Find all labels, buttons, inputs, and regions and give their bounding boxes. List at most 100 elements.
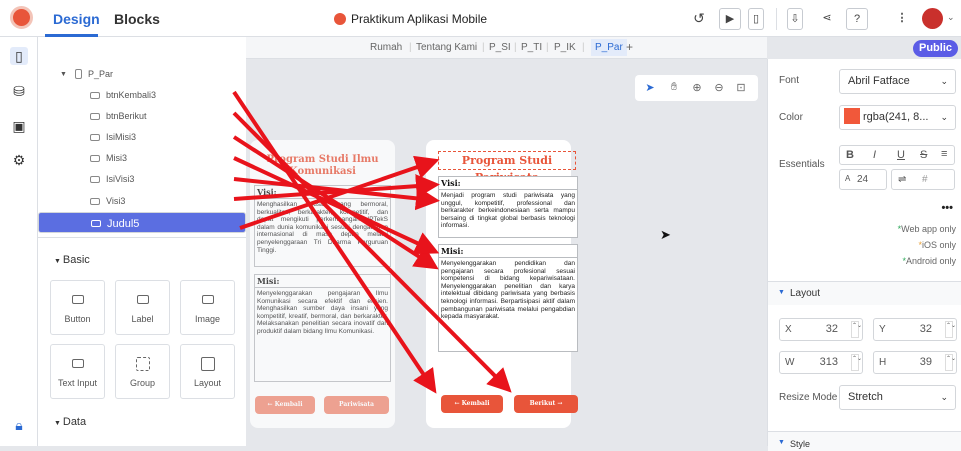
bold-button[interactable]: B [846, 149, 854, 161]
font-size-input[interactable]: A 24 [839, 169, 887, 190]
database-icon[interactable]: ⛁ [10, 82, 28, 100]
resize-mode-select[interactable]: Stretch ⌄ [839, 385, 956, 410]
y-value: 32 [919, 323, 932, 335]
public-button[interactable]: Public [913, 40, 958, 57]
avatar-icon[interactable] [922, 8, 943, 29]
screen-title: Program Studi Ilmu Komunikasi [266, 154, 379, 177]
chevron-down-icon[interactable]: ⌄ [947, 12, 955, 23]
tree-item-selected[interactable]: Judul5 [38, 212, 246, 233]
app-logo[interactable] [10, 6, 33, 29]
tab-blocks[interactable]: Blocks [114, 11, 160, 27]
component-button[interactable]: Button [50, 280, 105, 335]
y-label: Y [879, 324, 886, 335]
device-icon[interactable]: ▯ [748, 8, 764, 30]
fit-screen-icon[interactable]: ⊡ [734, 81, 748, 94]
platform-ios[interactable]: *iOS only [918, 240, 956, 250]
design-canvas[interactable]: ➤ ✋︎ ⊕ ⊖ ⊡ Program Studi Ilmu Komunikasi… [246, 59, 767, 446]
platform-android[interactable]: *Android only [902, 256, 956, 266]
screen-tab-p-ik[interactable]: P_IK [554, 42, 576, 53]
visi-box[interactable]: Visi: Menjadi program studi pariwisata y… [438, 176, 578, 238]
more-options-icon[interactable]: ••• [941, 202, 953, 214]
tree-item[interactable]: btnKembali3 [38, 85, 246, 106]
pointer-icon[interactable]: ➤ [643, 81, 657, 94]
tree-item[interactable]: btnBerikut [38, 106, 246, 127]
color-select[interactable]: rgba(241, 8... ⌄ [839, 105, 956, 130]
tree-item-screen[interactable]: ▼ P_Par [38, 64, 246, 85]
screen-tab-p-par[interactable]: P_Par [591, 39, 627, 56]
hand-icon[interactable]: ✋︎ [667, 81, 681, 94]
history-icon[interactable]: ↺ [688, 8, 710, 30]
back-button[interactable]: ← Kembali [441, 395, 503, 413]
preview-icon[interactable]: ▶ [719, 8, 741, 30]
tree-item[interactable]: Misi3 [38, 148, 246, 169]
settings-icon[interactable]: ⚙ [10, 151, 28, 169]
screen-tab-p-ti[interactable]: P_TI [521, 42, 542, 53]
zoom-out-icon[interactable]: ⊖ [712, 81, 726, 94]
font-select[interactable]: Abril Fatface ⌄ [839, 69, 956, 94]
divider: | [482, 42, 485, 53]
stepper-icon[interactable]: ⌃⌄ [851, 354, 862, 371]
collapse-icon[interactable]: ▼ [60, 64, 67, 85]
y-input[interactable]: Y 32 ⌃⌄ [873, 318, 957, 341]
screens-icon[interactable]: ▯ [10, 47, 28, 65]
screen-tab-p-si[interactable]: P_SI [489, 42, 511, 53]
screen-preview-p-par[interactable]: Program Studi Pariwisata Visi: Menjadi p… [426, 140, 578, 428]
section-data[interactable]: ▼ Data [54, 416, 86, 428]
line-height-input[interactable]: ⇌ # [891, 169, 955, 190]
lock-icon[interactable]: 🔒︎ [10, 416, 28, 434]
italic-button[interactable]: I [873, 149, 876, 161]
component-group[interactable]: Group [115, 344, 170, 399]
h-input[interactable]: H 39 ⌃⌄ [873, 351, 957, 374]
component-layout[interactable]: Layout [180, 344, 235, 399]
button-icon [90, 92, 100, 99]
tree-item-label: Visi3 [106, 196, 126, 206]
tree-item[interactable]: IsiMisi3 [38, 127, 246, 148]
tree-item-label: Misi3 [106, 153, 128, 163]
component-tree: ▼ P_Par btnKembali3 btnBerikut IsiMisi3 M… [38, 37, 246, 237]
chevron-down-icon: ⌄ [940, 392, 948, 402]
screen-tab-tentang-kami[interactable]: Tentang Kami [416, 42, 477, 53]
layout-icon [201, 357, 215, 371]
screen-title[interactable]: Program Studi Pariwisata [438, 151, 576, 184]
share-icon[interactable]: ⋖ [816, 8, 838, 30]
media-icon[interactable]: ▣ [10, 117, 28, 135]
zoom-in-icon[interactable]: ⊕ [690, 81, 704, 94]
back-button[interactable]: ← Kembali [255, 396, 315, 414]
export-icon[interactable]: ⇩ [787, 8, 803, 30]
misi-box[interactable]: Misi: Menyelenggarakan pendidikan dan pe… [438, 244, 578, 352]
component-label[interactable]: Label [115, 280, 170, 335]
underline-button[interactable]: U [897, 149, 905, 161]
component-text-input[interactable]: Text Input [50, 344, 105, 399]
font-size-icon: A [845, 174, 851, 183]
next-button[interactable]: Berikut → [514, 395, 578, 413]
stepper-icon[interactable]: ⌃⌄ [945, 354, 956, 371]
group-icon [136, 357, 150, 371]
component-label: Layout [193, 378, 222, 388]
help-icon[interactable]: ? [846, 8, 868, 30]
add-screen-button[interactable]: + [626, 40, 633, 54]
next-button[interactable]: Pariwisata [324, 396, 389, 414]
align-icon[interactable]: ≡ [941, 148, 947, 160]
tab-design[interactable]: Design [53, 11, 100, 27]
x-label: X [785, 324, 792, 335]
stepper-icon[interactable]: ⌃⌄ [851, 321, 862, 338]
components-panel: ▼ Basic Button Label Image Text Input Gr… [38, 237, 246, 446]
tree-item[interactable]: IsiVisi3 [38, 169, 246, 190]
strikethrough-button[interactable]: S [920, 149, 927, 161]
visi-text: Menjadi program studi pariwisata yang un… [441, 192, 575, 230]
component-image[interactable]: Image [180, 280, 235, 335]
tree-item[interactable]: Visi3 [38, 191, 246, 212]
platform-web[interactable]: *Web app only [898, 224, 956, 234]
misi-box: Misi: Menyelenggarakan pengajaran Ilmu K… [254, 274, 391, 382]
visi-box: Visi: Menghasilkan lulusan yang bermoral… [254, 185, 391, 267]
w-input[interactable]: W 313 ⌃⌄ [779, 351, 863, 374]
section-style[interactable]: ▼ Style [768, 431, 961, 451]
more-icon[interactable]: ⋮ [891, 8, 913, 30]
x-input[interactable]: X 32 ⌃⌄ [779, 318, 863, 341]
font-value: Abril Fatface [848, 75, 910, 87]
section-basic[interactable]: ▼ Basic [54, 254, 90, 266]
screen-preview-p-ik[interactable]: Program Studi Ilmu Komunikasi Visi: Meng… [250, 140, 395, 428]
section-layout[interactable]: ▼ Layout [768, 281, 961, 305]
stepper-icon[interactable]: ⌃⌄ [945, 321, 956, 338]
screen-tab-rumah[interactable]: Rumah [370, 42, 402, 53]
